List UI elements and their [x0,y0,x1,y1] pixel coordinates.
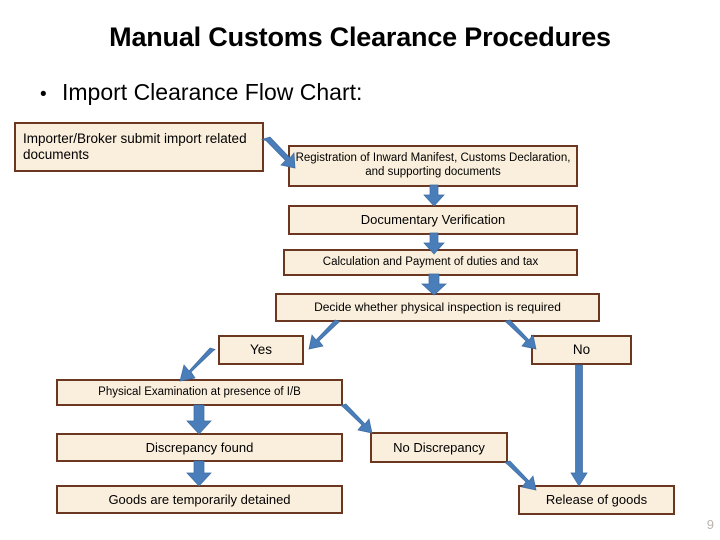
connector-decide-to-no [504,319,537,350]
connector-examination-to-no-discrepancy [340,403,373,434]
flow-node-importer-submit[interactable]: Importer/Broker submit import related do… [14,122,264,172]
page-number: 9 [706,517,714,532]
connector-examination-to-discrepancy [186,404,212,435]
flow-node-decide-inspection[interactable]: Decide whether physical inspection is re… [275,293,600,322]
page-title: Manual Customs Clearance Procedures [109,22,611,52]
flow-node-label: Registration of Inward Manifest, Customs… [295,152,571,178]
connector-discrepancy-to-detained [186,460,212,487]
connector-registration-to-verification [423,184,445,207]
flow-node-label: Goods are temporarily detained [108,491,291,507]
flow-node-no-discrepancy[interactable]: No Discrepancy [370,432,508,463]
connector-verification-to-calculation [423,232,445,255]
bullet-item: • Import Clearance Flow Chart: [40,79,680,106]
flow-node-label: No [572,342,591,358]
flow-node-label: No Discrepancy [393,439,485,455]
connector-no-to-release [570,364,588,487]
flow-node-label: Documentary Verification [360,212,506,228]
flow-node-discrepancy-found[interactable]: Discrepancy found [56,433,343,462]
flow-node-release-goods[interactable]: Release of goods [518,485,675,515]
connector-importer-to-registration [260,136,296,171]
flow-node-label: Calculation and Payment of duties and ta… [322,255,539,268]
flow-node-no[interactable]: No [531,335,632,365]
flow-node-label: Discrepancy found [145,439,254,455]
slide-canvas: Manual Customs Clearance Procedures • Imp… [0,0,720,540]
connector-yes-to-physical-examination [179,347,216,382]
bullet-marker: • [40,84,47,105]
flow-node-documentary-verification[interactable]: Documentary Verification [288,205,578,235]
connector-decide-to-yes [308,319,341,350]
flow-node-label: Physical Examination at presence of I/B [98,385,301,398]
flow-node-label: Importer/Broker submit import related do… [23,131,247,162]
flow-node-label: Yes [249,342,273,358]
bullet-label: Import Clearance Flow Chart: [62,79,363,105]
flow-node-label: Decide whether physical inspection is re… [314,300,561,315]
flow-node-yes[interactable]: Yes [218,335,304,365]
connector-calculation-to-decide [421,273,447,296]
flow-node-registration[interactable]: Registration of Inward Manifest, Customs… [288,145,578,187]
flow-node-goods-detained[interactable]: Goods are temporarily detained [56,485,343,514]
flow-node-physical-examination[interactable]: Physical Examination at presence of I/B [56,379,343,406]
connector-no-discrepancy-to-release [504,460,537,491]
flow-node-label: Release of goods [545,492,648,508]
